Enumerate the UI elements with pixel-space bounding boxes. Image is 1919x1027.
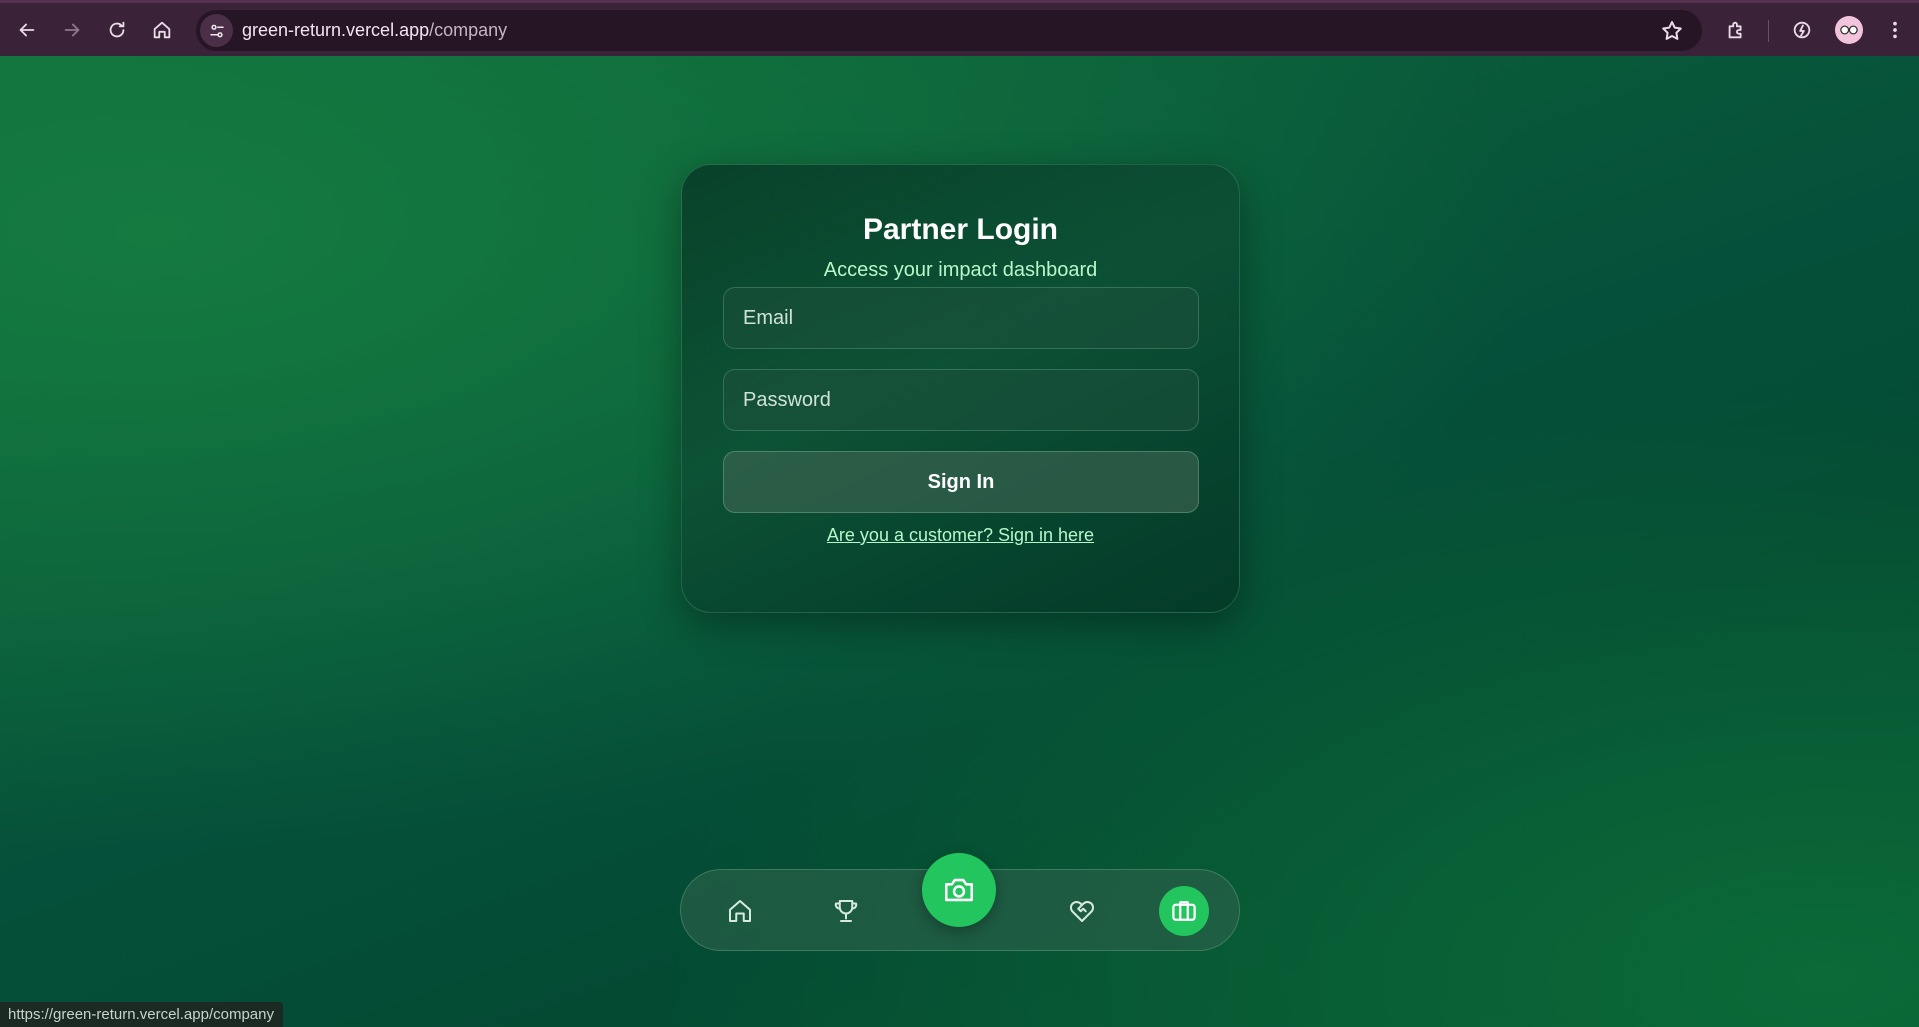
profile-avatar[interactable]	[1835, 16, 1863, 44]
status-bar-url: https://green-return.vercel.app/company	[0, 1002, 283, 1027]
camera-icon	[944, 878, 974, 902]
page-subtitle: Access your impact dashboard	[823, 259, 1098, 281]
nav-partners[interactable]	[1059, 888, 1105, 934]
reload-button[interactable]	[99, 12, 135, 48]
avatar-icon	[1840, 25, 1858, 35]
url-path: /company	[429, 20, 508, 40]
email-field[interactable]	[723, 287, 1199, 349]
extensions-button[interactable]	[1718, 12, 1754, 48]
nav-company[interactable]	[1159, 886, 1209, 936]
sign-in-button[interactable]: Sign In	[723, 451, 1199, 513]
bookmark-star-icon[interactable]	[1660, 19, 1684, 43]
site-info-button[interactable]	[200, 14, 233, 47]
toolbar-divider	[1768, 20, 1769, 42]
login-card: Partner Login Access your impact dashboa…	[681, 164, 1240, 613]
speed-leaf-icon	[1793, 21, 1811, 39]
trophy-icon	[834, 900, 858, 922]
home-icon	[153, 21, 171, 39]
customer-sign-in-link[interactable]: Are you a customer? Sign in here	[682, 525, 1239, 546]
nav-leaderboard[interactable]	[823, 888, 869, 934]
page-title: Partner Login	[862, 213, 1058, 246]
handshake-heart-icon	[1069, 900, 1095, 922]
url-text[interactable]: green-return.vercel.app/company	[242, 20, 507, 41]
nav-home[interactable]	[717, 888, 763, 934]
url-host: green-return.vercel.app	[242, 20, 430, 40]
home-icon	[729, 900, 751, 922]
camera-button[interactable]	[922, 853, 996, 927]
browser-toolbar: green-return.vercel.app/company	[0, 0, 1919, 56]
browser-menu-button[interactable]	[1877, 12, 1913, 48]
forward-button[interactable]	[54, 12, 90, 48]
address-bar[interactable]: green-return.vercel.app/company	[196, 10, 1702, 51]
kebab-menu-icon	[1893, 21, 1897, 39]
forward-arrow-icon	[64, 23, 80, 37]
tune-icon	[209, 24, 224, 37]
reload-icon	[109, 21, 125, 38]
back-button[interactable]	[9, 12, 45, 48]
password-field[interactable]	[723, 369, 1199, 431]
back-arrow-icon	[19, 23, 35, 37]
home-button[interactable]	[144, 12, 180, 48]
performance-button[interactable]	[1784, 12, 1820, 48]
puzzle-icon	[1728, 21, 1742, 39]
briefcase-icon	[1172, 901, 1196, 921]
